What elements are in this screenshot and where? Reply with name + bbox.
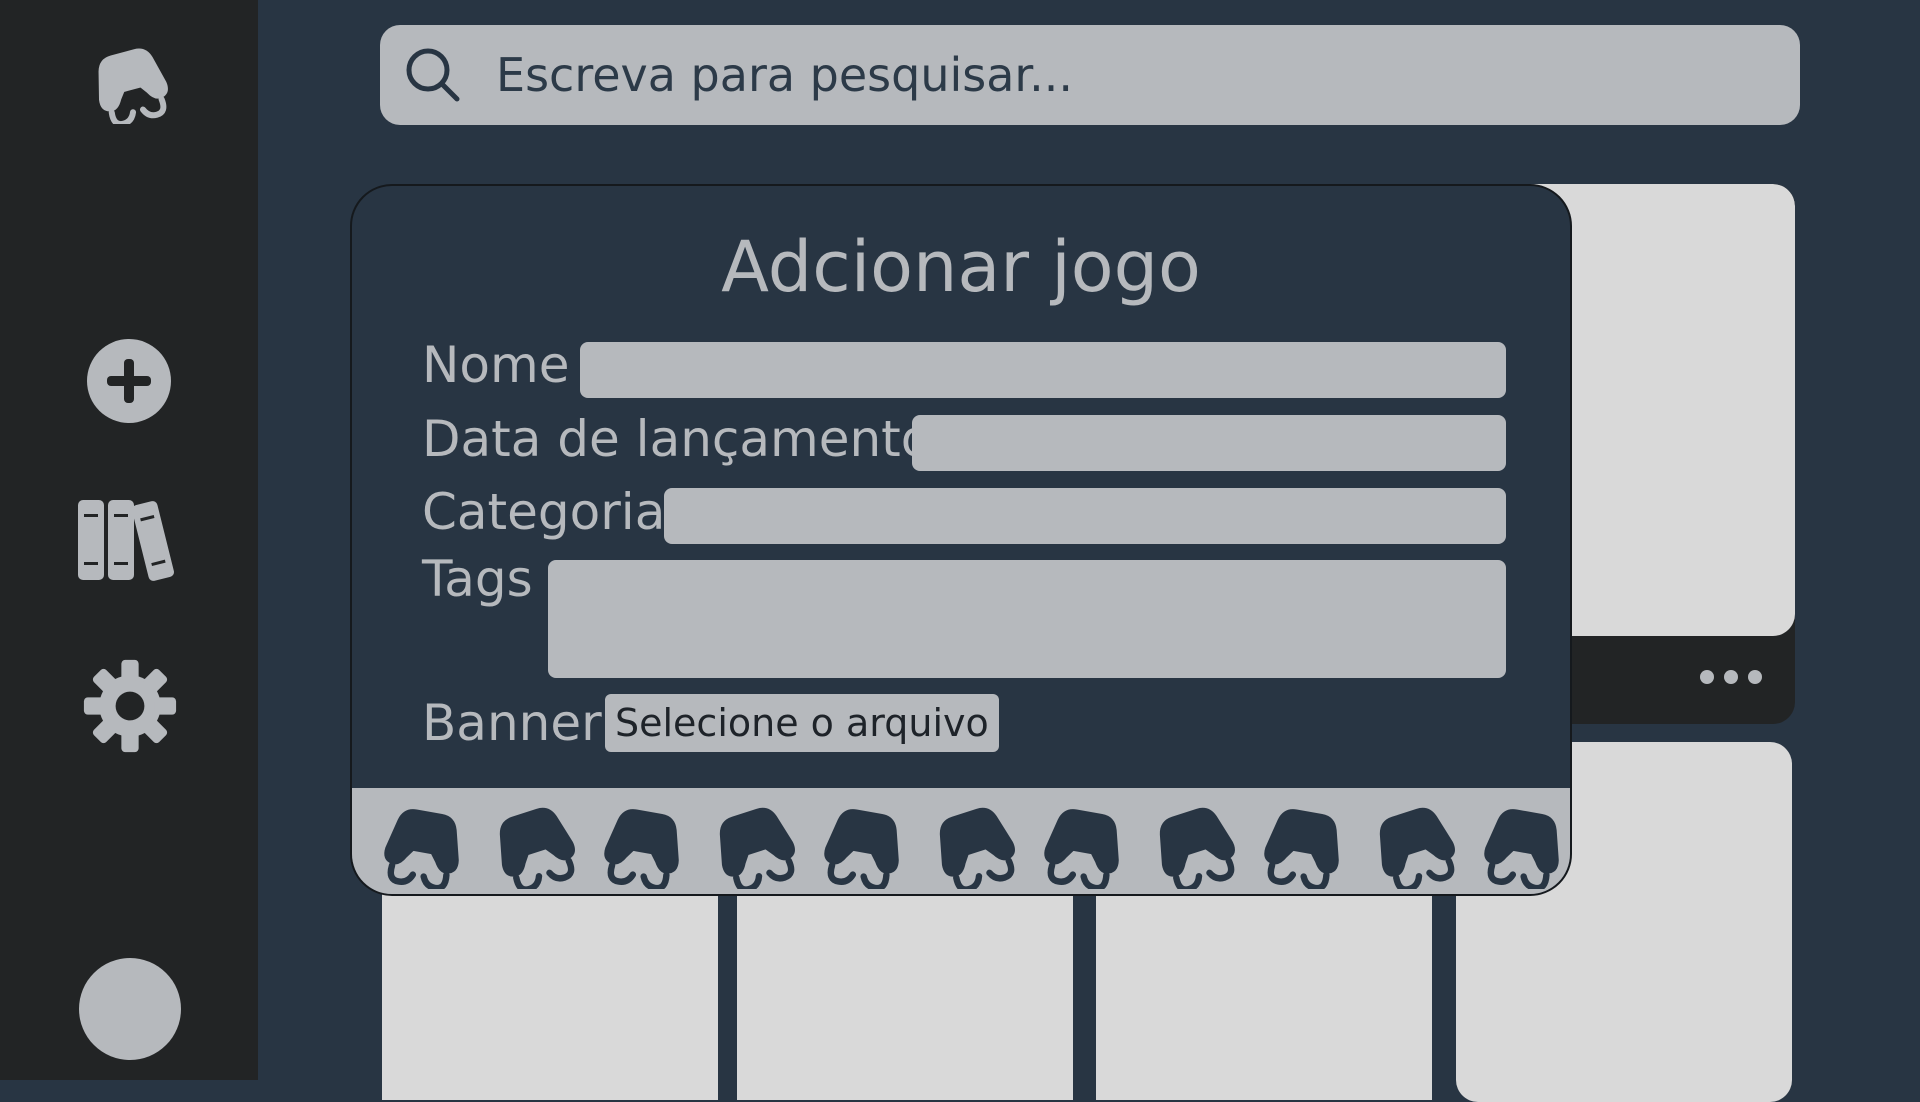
gamepad-icon	[928, 797, 1020, 889]
search-input[interactable]	[496, 25, 1776, 125]
search-bar[interactable]	[380, 25, 1800, 125]
gamepad-pattern-footer	[352, 788, 1570, 894]
gamepad-icon	[1038, 797, 1130, 889]
select-file-button[interactable]: Selecione o arquivo	[605, 694, 999, 752]
add-game-button[interactable]	[86, 338, 172, 424]
release-date-label: Data de lançamento	[422, 410, 932, 468]
tags-label: Tags	[422, 550, 533, 608]
tags-field[interactable]	[548, 560, 1506, 678]
name-field[interactable]	[580, 342, 1506, 398]
gamepad-icon	[708, 797, 800, 889]
more-dots-icon[interactable]	[1700, 662, 1780, 692]
game-card[interactable]	[382, 880, 718, 1100]
category-label: Categoria	[422, 483, 666, 541]
add-game-modal: Adcionar jogo Nome Data de lançamento Ca…	[350, 184, 1572, 896]
logo-gamepad-icon[interactable]	[82, 38, 178, 124]
gamepad-icon	[1478, 797, 1570, 889]
plus-circle-icon	[87, 339, 171, 423]
gear-icon	[83, 659, 177, 753]
gamepad-icon	[1148, 797, 1240, 889]
gamepad-icon	[1258, 797, 1350, 889]
gamepad-icon	[1368, 797, 1460, 889]
gamepad-icon	[488, 797, 580, 889]
sidebar	[0, 0, 258, 1080]
gamepad-icon	[818, 797, 910, 889]
settings-button[interactable]	[82, 655, 178, 757]
library-button[interactable]	[78, 496, 182, 582]
modal-title: Adcionar jogo	[721, 226, 1201, 308]
release-date-field[interactable]	[912, 415, 1506, 471]
game-card[interactable]	[737, 880, 1073, 1100]
name-label: Nome	[422, 336, 570, 394]
game-card[interactable]	[1096, 880, 1432, 1100]
books-icon	[78, 500, 174, 581]
banner-label: Banner	[422, 694, 602, 752]
gamepad-icon	[598, 797, 690, 889]
category-field[interactable]	[664, 488, 1506, 544]
user-avatar[interactable]	[79, 958, 181, 1060]
gamepad-icon	[378, 797, 470, 889]
search-icon	[406, 48, 460, 102]
